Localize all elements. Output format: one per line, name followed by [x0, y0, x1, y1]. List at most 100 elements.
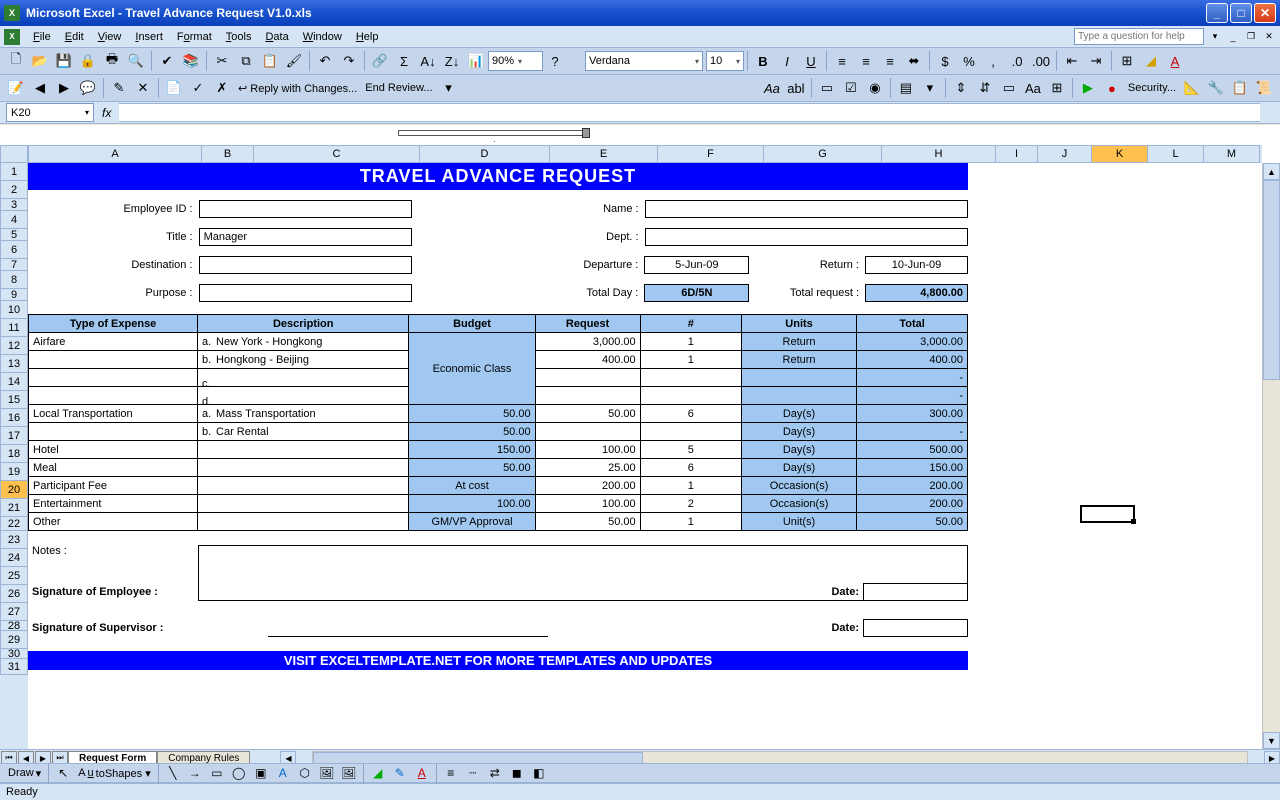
row-header-26[interactable]: 26 [0, 585, 28, 603]
control-label-button[interactable]: Aa [1022, 77, 1044, 99]
new-comment-button[interactable]: 📝 [5, 77, 27, 99]
toolbar-options-icon[interactable]: ▾ [438, 77, 460, 99]
col-header-K[interactable]: K [1092, 145, 1148, 163]
record-macro-button[interactable]: ● [1101, 77, 1123, 99]
row-header-8[interactable]: 8 [0, 271, 28, 289]
table-row[interactable]: Participant FeeAt cost200.001Occasion(s)… [29, 477, 968, 495]
row-header-22[interactable]: 22 [0, 517, 28, 531]
chart-button[interactable]: 📊 [465, 50, 487, 72]
row-header-25[interactable]: 25 [0, 567, 28, 585]
col-header-D[interactable]: D [420, 145, 550, 163]
row-header-1[interactable]: 1 [0, 163, 28, 181]
scroll-down-icon[interactable]: ▼ [1263, 732, 1280, 749]
row-header-27[interactable]: 27 [0, 603, 28, 621]
col-header-M[interactable]: M [1204, 145, 1260, 163]
reject-button[interactable]: ✗ [211, 77, 233, 99]
picture-button[interactable]: 🖼 [339, 764, 359, 782]
doc-restore-button[interactable]: ❐ [1244, 30, 1258, 44]
row-header-2[interactable]: 2 [0, 181, 28, 199]
row-header-23[interactable]: 23 [0, 531, 28, 549]
arrow-button[interactable]: → [185, 764, 205, 782]
col-header-C[interactable]: C [254, 145, 420, 163]
oval-button[interactable]: ◯ [229, 764, 249, 782]
align-center-button[interactable]: ≡ [855, 50, 877, 72]
expense-table[interactable]: Type of ExpenseDescriptionBudgetRequest#… [28, 314, 968, 531]
input-date-supervisor[interactable] [863, 619, 968, 637]
control-more-button[interactable]: ⊞ [1046, 77, 1068, 99]
borders-button[interactable]: ⊞ [1116, 50, 1138, 72]
ink-button[interactable]: ✎ [108, 77, 130, 99]
row-header-17[interactable]: 17 [0, 427, 28, 445]
fx-icon[interactable]: fx [102, 106, 111, 120]
increase-decimal-button[interactable]: .0 [1006, 50, 1028, 72]
table-row[interactable]: Entertainment100.00100.002Occasion(s)200… [29, 495, 968, 513]
merge-center-button[interactable]: ⬌ [903, 50, 925, 72]
sort-desc-button[interactable]: Z↓ [441, 50, 463, 72]
control-group-button[interactable]: ▭ [816, 77, 838, 99]
decrease-decimal-button[interactable]: .00 [1030, 50, 1052, 72]
select-all-corner[interactable] [0, 145, 28, 163]
grid-area[interactable]: TRAVEL ADVANCE REQUEST Employee ID : Nam… [28, 163, 1262, 749]
control-checkbox-button[interactable]: ☑ [840, 77, 862, 99]
selected-cell[interactable] [1080, 505, 1135, 523]
research-button[interactable]: 📚 [180, 50, 202, 72]
row-header-6[interactable]: 6 [0, 241, 28, 259]
line-button[interactable]: ╲ [163, 764, 183, 782]
table-row[interactable]: OtherGM/VP Approval50.001Unit(s)50.00 [29, 513, 968, 531]
doc-close-button[interactable]: ✕ [1262, 30, 1276, 44]
hyperlink-button[interactable]: 🔗 [369, 50, 391, 72]
autosum-button[interactable]: Σ [393, 50, 415, 72]
font-color-draw-button[interactable]: A [412, 764, 432, 782]
input-name[interactable] [645, 200, 968, 218]
doc-minimize-button[interactable]: _ [1226, 30, 1240, 44]
prev-comment-button[interactable]: ◀ [29, 77, 51, 99]
control-aa-button[interactable]: Aa [761, 77, 783, 99]
control-spinner-button[interactable]: ⇵ [974, 77, 996, 99]
row-header-21[interactable]: 21 [0, 499, 28, 517]
table-row[interactable]: Local TransportationMass Transportation5… [29, 405, 968, 423]
open-button[interactable]: 📂 [29, 50, 51, 72]
accept-button[interactable]: ✓ [187, 77, 209, 99]
table-row[interactable]: Car Rental50.00Day(s)- [29, 423, 968, 441]
currency-button[interactable]: $ [934, 50, 956, 72]
format-painter-button[interactable]: 🖌 [283, 50, 305, 72]
control-abl-button[interactable]: abl [785, 77, 807, 99]
view-code-button[interactable]: 📜 [1253, 77, 1275, 99]
reply-changes-button[interactable]: ↩ Reply with Changes... [234, 81, 361, 96]
font-color-button[interactable]: A [1164, 50, 1186, 72]
control-button-button[interactable]: ▭ [998, 77, 1020, 99]
show-comment-button[interactable]: 💬 [77, 77, 99, 99]
3d-button[interactable]: ◧ [529, 764, 549, 782]
shadow-button[interactable]: ◼ [507, 764, 527, 782]
row-header-16[interactable]: 16 [0, 409, 28, 427]
spelling-button[interactable]: ✔ [156, 50, 178, 72]
vba-button[interactable]: 📐 [1181, 77, 1203, 99]
menu-help[interactable]: Help [349, 29, 386, 45]
row-header-9[interactable]: 9 [0, 289, 28, 301]
col-header-F[interactable]: F [658, 145, 764, 163]
row-header-14[interactable]: 14 [0, 373, 28, 391]
input-dept[interactable] [645, 228, 968, 246]
diagram-button[interactable]: ⬡ [295, 764, 315, 782]
input-return[interactable]: 10-Jun-09 [865, 256, 968, 274]
row-header-18[interactable]: 18 [0, 445, 28, 463]
control-combo-button[interactable]: ▾ [919, 77, 941, 99]
decrease-indent-button[interactable]: ⇤ [1061, 50, 1083, 72]
new-button[interactable]: 🗋 [5, 50, 27, 72]
row-header-4[interactable]: 4 [0, 211, 28, 229]
increase-indent-button[interactable]: ⇥ [1085, 50, 1107, 72]
menu-tools[interactable]: Tools [219, 29, 259, 45]
row-header-11[interactable]: 11 [0, 319, 28, 337]
row-header-3[interactable]: 3 [0, 199, 28, 211]
fill-color-button[interactable]: ◢ [1140, 50, 1162, 72]
textbox-button[interactable]: ▣ [251, 764, 271, 782]
menu-data[interactable]: Data [258, 29, 295, 45]
menu-edit[interactable]: Edit [58, 29, 91, 45]
menu-window[interactable]: Window [296, 29, 349, 45]
help-button[interactable]: ? [544, 50, 566, 72]
underline-button[interactable]: U [800, 50, 822, 72]
maximize-button[interactable]: □ [1230, 3, 1252, 23]
menu-view[interactable]: View [91, 29, 129, 45]
table-row[interactable]: AirfareNew York - HongkongEconomic Class… [29, 333, 968, 351]
col-header-A[interactable]: A [28, 145, 202, 163]
